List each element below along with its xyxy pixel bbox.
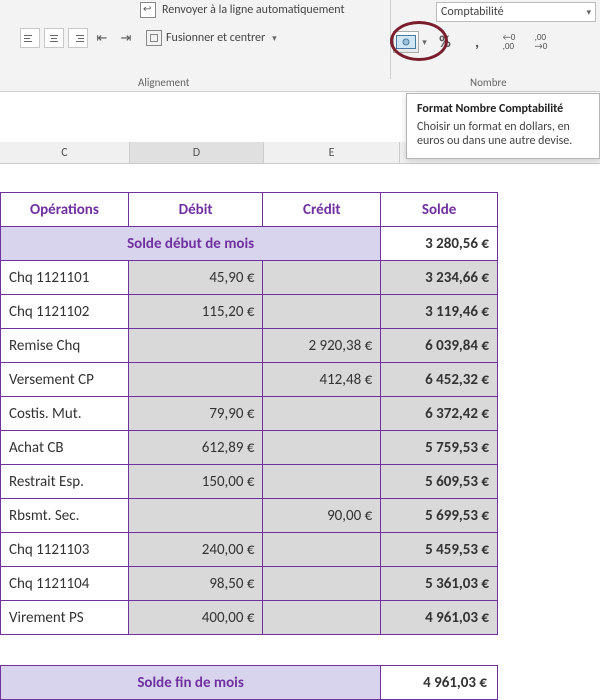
cell-solde: 3 119,46 € — [381, 295, 498, 329]
ribbon: Renvoyer à la ligne automatiquement ⇤ ⇥ … — [0, 0, 600, 92]
cell-operation: Costis. Mut. — [1, 397, 129, 431]
cell-credit — [263, 601, 381, 635]
worksheet: Opérations Débit Crédit Solde Solde débu… — [0, 192, 600, 700]
cell-operation: Remise Chq — [1, 329, 129, 363]
cell-operation: Chq 1121101 — [1, 261, 129, 295]
cell-solde: 4 961,03 € — [381, 601, 498, 635]
align-right-button[interactable] — [68, 28, 88, 48]
cell-debit: 98,50 € — [128, 567, 263, 601]
chevron-down-icon: ▾ — [272, 33, 277, 44]
header-solde[interactable]: Solde — [381, 193, 498, 227]
cell-solde: 5 699,53 € — [381, 499, 498, 533]
merge-center-button[interactable]: Fusionner et centrer ▾ — [146, 30, 277, 46]
col-header-d[interactable]: D — [130, 142, 264, 163]
table-row[interactable]: Remise Chq 2 920,38 €6 039,84 € — [1, 329, 498, 363]
cell-solde: 6 372,42 € — [381, 397, 498, 431]
group-separator — [390, 0, 391, 79]
cell-solde: 5 609,53 € — [381, 465, 498, 499]
table-row[interactable]: Chq 1121102115,20 € 3 119,46 € — [1, 295, 498, 329]
cell-credit — [263, 533, 381, 567]
cell-debit: 115,20 € — [128, 295, 263, 329]
cell-credit: 2 920,38 € — [263, 329, 381, 363]
opening-balance-row[interactable]: Solde début de mois 3 280,56 € — [1, 227, 498, 261]
header-credit[interactable]: Crédit — [263, 193, 381, 227]
group-label-alignment: Alignement — [138, 76, 189, 89]
cell-debit — [128, 363, 263, 397]
cell-debit: 240,00 € — [128, 533, 263, 567]
decrease-indent-button[interactable]: ⇤ — [92, 28, 112, 48]
number-format-select[interactable]: Comptabilité ▾ — [436, 2, 596, 22]
cell-credit: 90,00 € — [263, 499, 381, 533]
cell-operation: Chq 1121102 — [1, 295, 129, 329]
cell-operation: Versement CP — [1, 363, 129, 397]
table-row[interactable]: Achat CB612,89 € 5 759,53 € — [1, 431, 498, 465]
chevron-down-icon: ▾ — [586, 7, 591, 18]
table-row[interactable]: Rbsmt. Sec. 90,00 €5 699,53 € — [1, 499, 498, 533]
closing-table: Solde fin de mois 4 961,03 € — [0, 665, 498, 700]
ledger-table: Opérations Débit Crédit Solde Solde débu… — [0, 192, 498, 635]
header-operations[interactable]: Opérations — [1, 193, 129, 227]
closing-solde: 4 961,03 € — [381, 666, 498, 700]
cell-operation: Restrait Esp. — [1, 465, 129, 499]
table-row[interactable]: Chq 112110498,50 € 5 361,03 € — [1, 567, 498, 601]
cell-debit — [128, 499, 263, 533]
cell-operation: Achat CB — [1, 431, 129, 465]
merge-label: Fusionner et centrer — [166, 31, 265, 45]
cell-credit — [263, 431, 381, 465]
cell-solde: 6 452,32 € — [381, 363, 498, 397]
cell-credit — [263, 567, 381, 601]
tooltip-accounting-format: Format Nombre Comptabilité Choisir un fo… — [406, 93, 600, 159]
banknote-icon — [393, 31, 419, 53]
increase-indent-button[interactable]: ⇥ — [116, 28, 136, 48]
table-row[interactable]: Versement CP 412,48 €6 452,32 € — [1, 363, 498, 397]
align-left-button[interactable] — [20, 28, 40, 48]
cell-operation: Chq 1121104 — [1, 567, 129, 601]
cell-credit: 412,48 € — [263, 363, 381, 397]
cell-solde: 6 039,84 € — [381, 329, 498, 363]
chevron-down-icon: ▾ — [422, 37, 427, 48]
decrease-decimal-button[interactable]: ,00→0 — [526, 30, 556, 54]
header-debit[interactable]: Débit — [128, 193, 263, 227]
opening-solde: 3 280,56 € — [381, 227, 498, 261]
opening-label: Solde début de mois — [1, 227, 381, 261]
closing-balance-row[interactable]: Solde fin de mois 4 961,03 € — [1, 666, 498, 700]
table-row[interactable]: Chq 112110145,90 € 3 234,66 € — [1, 261, 498, 295]
accounting-format-button[interactable]: ▾ — [392, 30, 428, 54]
percent-format-button[interactable]: % — [430, 30, 460, 54]
table-row[interactable]: Restrait Esp.150,00 € 5 609,53 € — [1, 465, 498, 499]
table-row[interactable]: Costis. Mut.79,90 € 6 372,42 € — [1, 397, 498, 431]
cell-solde: 3 234,66 € — [381, 261, 498, 295]
col-header-e[interactable]: E — [264, 142, 400, 163]
tooltip-title: Format Nombre Comptabilité — [417, 102, 589, 116]
cell-credit — [263, 295, 381, 329]
table-row[interactable]: Chq 1121103240,00 € 5 459,53 € — [1, 533, 498, 567]
number-format-value: Comptabilité — [441, 5, 504, 19]
tooltip-body: Choisir un format en dollars, en euros o… — [417, 120, 589, 148]
increase-decimal-button[interactable]: ←0,00 — [494, 30, 524, 54]
comma-format-button[interactable]: , — [462, 30, 492, 54]
cell-operation: Virement PS — [1, 601, 129, 635]
cell-operation: Rbsmt. Sec. — [1, 499, 129, 533]
merge-icon — [146, 30, 162, 46]
cell-credit — [263, 465, 381, 499]
cell-debit: 45,90 € — [128, 261, 263, 295]
cell-solde: 5 459,53 € — [381, 533, 498, 567]
cell-debit: 400,00 € — [128, 601, 263, 635]
cell-operation: Chq 1121103 — [1, 533, 129, 567]
cell-credit — [263, 261, 381, 295]
cell-debit: 612,89 € — [128, 431, 263, 465]
cell-debit — [128, 329, 263, 363]
align-center-button[interactable] — [44, 28, 64, 48]
wrap-text-label[interactable]: Renvoyer à la ligne automatiquement — [162, 3, 344, 17]
cell-solde: 5 759,53 € — [381, 431, 498, 465]
group-label-number: Nombre — [470, 76, 507, 89]
cell-debit: 79,90 € — [128, 397, 263, 431]
table-row[interactable]: Virement PS400,00 € 4 961,03 € — [1, 601, 498, 635]
closing-label: Solde fin de mois — [1, 666, 381, 700]
cell-solde: 5 361,03 € — [381, 567, 498, 601]
cell-credit — [263, 397, 381, 431]
wrap-text-icon[interactable] — [140, 2, 156, 18]
col-header-c[interactable]: C — [0, 142, 130, 163]
cell-debit: 150,00 € — [128, 465, 263, 499]
